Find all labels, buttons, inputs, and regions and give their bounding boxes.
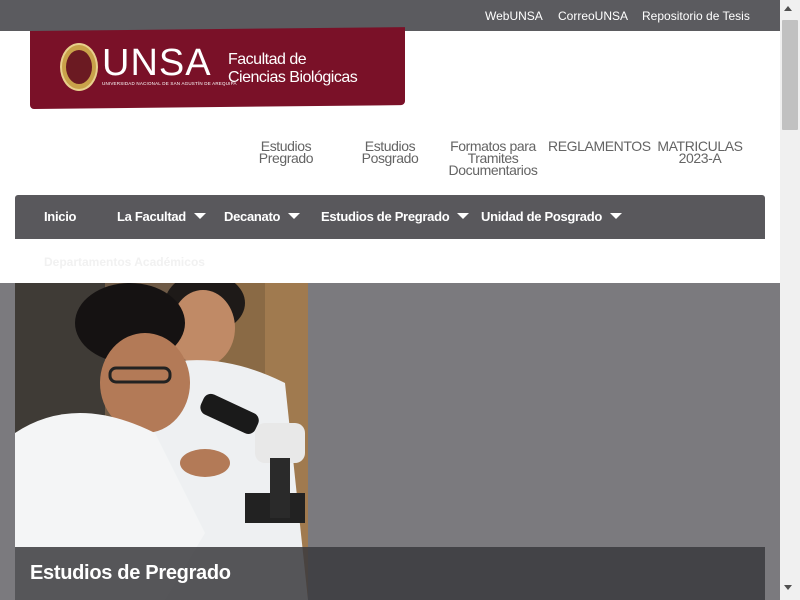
nav-item-la-facultad[interactable]: La Facultad <box>117 209 206 224</box>
faculty-title: Facultad de Ciencias Biológicas <box>228 51 378 87</box>
sublink-line: Posgrado <box>361 150 419 166</box>
sublink-line: Documentarios <box>448 162 538 178</box>
hero-caption[interactable]: Estudios de Pregrado <box>30 562 231 585</box>
scroll-down-arrow-icon[interactable] <box>784 585 792 590</box>
faculty-title-line2: Ciencias Biológicas <box>228 69 358 86</box>
logo-wordmark: UNSA <box>102 42 212 84</box>
faculty-title-line1: Facultad de <box>228 51 307 68</box>
sublink-matriculas[interactable]: MATRICULAS 2023-A <box>656 139 744 165</box>
nav-item-estudios-pregrado[interactable]: Estudios de Pregrado <box>321 209 470 224</box>
chevron-down-icon <box>457 213 470 219</box>
nav-item-unidad-posgrado[interactable]: Unidad de Posgrado <box>481 209 623 224</box>
chevron-down-icon <box>193 213 206 219</box>
topbar-link-webunsa[interactable]: WebUNSA <box>485 9 543 23</box>
scrollbar-thumb[interactable] <box>782 20 798 130</box>
topbar-link-repositorio-tesis[interactable]: Repositorio de Tesis <box>642 9 750 23</box>
main-navigation: Inicio La Facultad Decanato Estudios de … <box>15 195 765 239</box>
nav-item-label: Decanato <box>224 209 281 224</box>
sublink-line: REGLAMENTOS <box>548 138 651 154</box>
chevron-down-icon <box>610 213 623 219</box>
logo-university-name: UNIVERSIDAD NACIONAL DE SAN AGUSTÍN DE A… <box>102 81 237 86</box>
nav-item-label: Unidad de Posgrado <box>481 209 603 224</box>
chevron-down-icon <box>288 213 301 219</box>
sublink-reglamentos[interactable]: REGLAMENTOS <box>548 138 651 154</box>
sublink-estudios-pregrado[interactable]: Estudios Pregrado <box>252 139 320 166</box>
sublink-line: Pregrado <box>258 150 314 166</box>
nav-item-inicio[interactable]: Inicio <box>44 209 76 224</box>
nav-item-decanato[interactable]: Decanato <box>224 209 301 224</box>
scroll-up-arrow-icon[interactable] <box>784 6 792 11</box>
sublink-estudios-posgrado[interactable]: Estudios Posgrado <box>354 139 426 166</box>
sublink-formatos-tramites[interactable]: Formatos para Tramites Documentarios <box>443 139 543 178</box>
nav-item-departamentos-academicos[interactable]: Departamentos Académicos <box>44 255 205 269</box>
nav-item-label: Estudios de Pregrado <box>321 209 450 224</box>
nav-item-label: Inicio <box>44 209 77 224</box>
topbar-link-correounsa[interactable]: CorreoUNSA <box>558 9 628 23</box>
seal-center <box>66 50 92 84</box>
nav-item-label: La Facultad <box>117 209 186 224</box>
